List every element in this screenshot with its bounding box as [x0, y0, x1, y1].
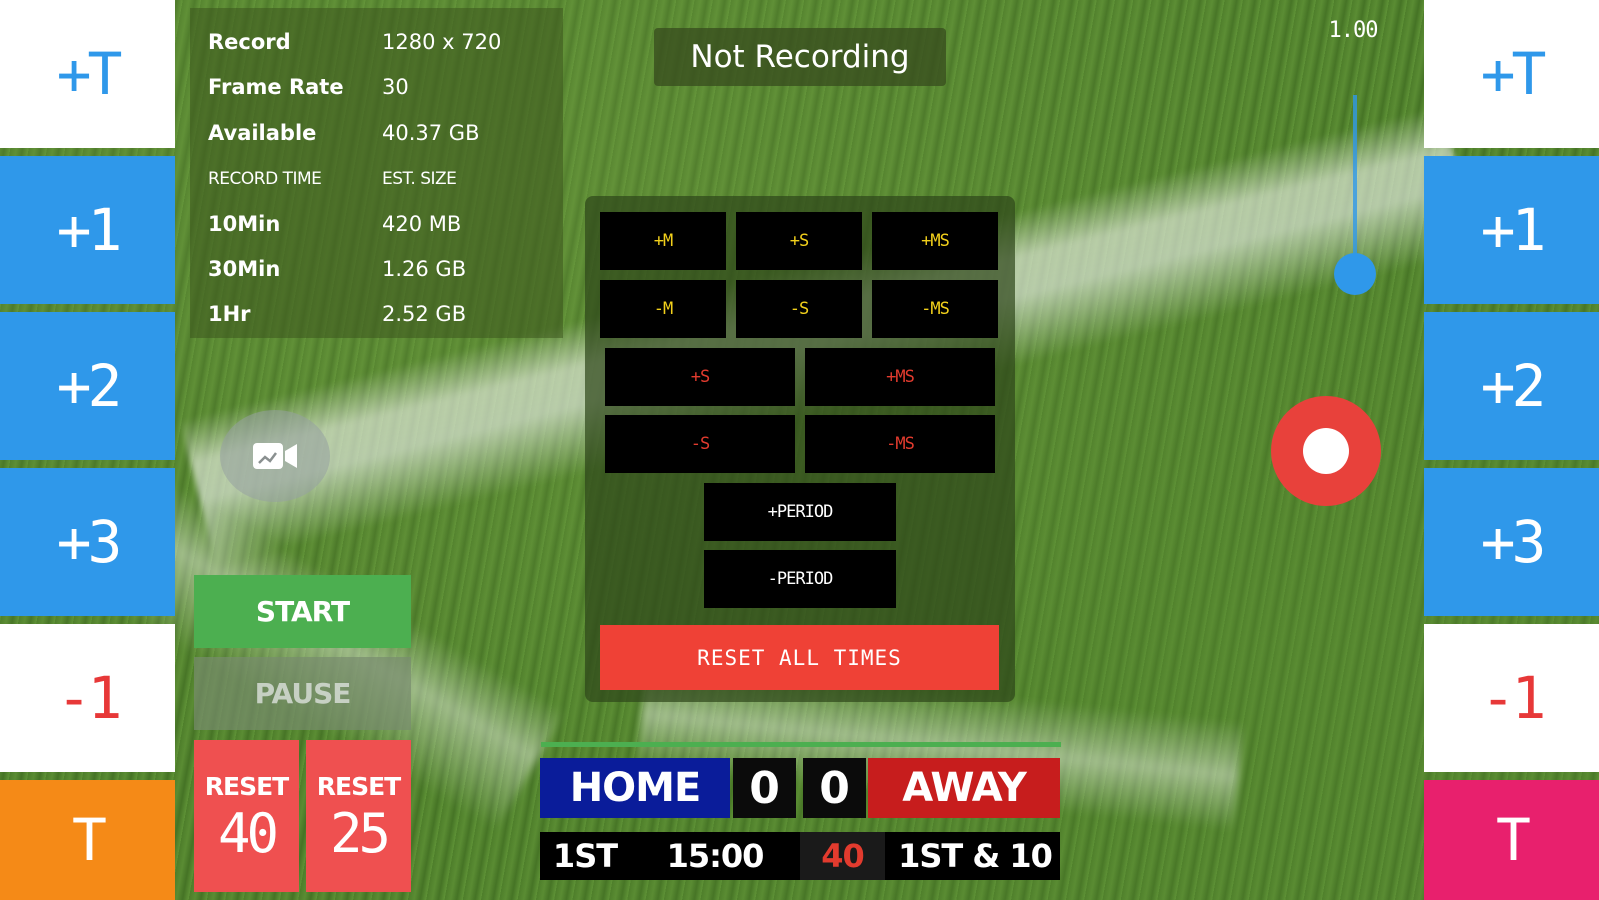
- info-value: 420 MB: [382, 212, 462, 236]
- period-indicator: 1ST: [552, 837, 618, 875]
- home-subtract-1-button[interactable]: -1: [0, 624, 175, 772]
- home-add-2-button[interactable]: +2: [0, 312, 175, 460]
- away-add-timeout-button[interactable]: +T: [1424, 0, 1599, 148]
- down-and-distance: 1ST & 10: [898, 837, 1053, 875]
- game-clock-sub-ms-button[interactable]: -MS: [872, 280, 998, 338]
- away-score-buttons: +T +1 +2 +3 -1 T: [1424, 0, 1599, 900]
- info-value: 1280 x 720: [382, 30, 502, 54]
- start-button[interactable]: START: [194, 575, 411, 648]
- info-key: 1Hr: [208, 302, 251, 326]
- scoreboard-accent-line: [541, 742, 1061, 747]
- info-value: EST. SIZE: [382, 169, 457, 189]
- camera-switch-button[interactable]: [220, 410, 330, 502]
- period-decrement-button[interactable]: -PERIOD: [704, 550, 896, 608]
- home-score-buttons: +T +1 +2 +3 -1 T: [0, 0, 175, 900]
- away-timeout-button[interactable]: T: [1424, 780, 1599, 900]
- zoom-slider-track[interactable]: [1353, 95, 1357, 265]
- home-team-name: HOME: [540, 758, 730, 818]
- home-add-1-button[interactable]: +1: [0, 156, 175, 304]
- play-clock-sub-ms-button[interactable]: -MS: [805, 415, 995, 473]
- info-key: 30Min: [208, 257, 281, 281]
- home-add-timeout-button[interactable]: +T: [0, 0, 175, 148]
- reset-value: 25: [329, 801, 391, 865]
- home-score: 0: [733, 758, 796, 818]
- info-value: 2.52 GB: [382, 302, 467, 326]
- info-key: RECORD TIME: [208, 169, 322, 189]
- reset-label: RESET: [316, 771, 401, 801]
- info-key: 10Min: [208, 212, 281, 236]
- away-team-name: AWAY: [868, 758, 1060, 818]
- info-row-10min: 10Min 420 MB: [208, 202, 558, 246]
- period-increment-button[interactable]: +PERIOD: [704, 483, 896, 541]
- reset-label: RESET: [204, 771, 289, 801]
- away-subtract-1-button[interactable]: -1: [1424, 624, 1599, 772]
- recording-status: Not Recording: [654, 28, 946, 86]
- reset-play-clock-25-button[interactable]: RESET 25: [306, 740, 411, 892]
- play-clock-sub-second-button[interactable]: -S: [605, 415, 795, 473]
- record-dot-icon: [1303, 428, 1349, 474]
- info-row-record: Record 1280 x 720: [208, 20, 558, 64]
- video-camera-icon: [253, 443, 297, 469]
- away-score: 0: [803, 758, 866, 818]
- game-clock: 15:00: [666, 837, 765, 875]
- info-row-1hr: 1Hr 2.52 GB: [208, 292, 558, 336]
- info-key: Frame Rate: [208, 75, 344, 99]
- info-value: 1.26 GB: [382, 257, 467, 281]
- reset-value: 40: [217, 801, 279, 865]
- info-row-available: Available 40.37 GB: [208, 111, 558, 155]
- info-value: 30: [382, 75, 409, 99]
- home-add-3-button[interactable]: +3: [0, 468, 175, 616]
- reset-play-clock-40-button[interactable]: RESET 40: [194, 740, 299, 892]
- home-timeout-button[interactable]: T: [0, 780, 175, 900]
- away-add-3-button[interactable]: +3: [1424, 468, 1599, 616]
- game-clock-sub-second-button[interactable]: -S: [736, 280, 862, 338]
- info-key: Record: [208, 30, 291, 54]
- info-row-header: RECORD TIME EST. SIZE: [208, 157, 558, 201]
- recording-info-panel: Record 1280 x 720 Frame Rate 30 Availabl…: [190, 8, 563, 338]
- play-clock-add-second-button[interactable]: +S: [605, 348, 795, 406]
- pause-button[interactable]: PAUSE: [194, 657, 411, 730]
- zoom-slider-handle[interactable]: [1334, 253, 1376, 295]
- away-add-2-button[interactable]: +2: [1424, 312, 1599, 460]
- info-row-30min: 30Min 1.26 GB: [208, 247, 558, 291]
- zoom-level-label: 1.00: [1328, 18, 1379, 43]
- game-clock-add-ms-button[interactable]: +MS: [872, 212, 998, 270]
- play-clock: 40: [800, 832, 885, 880]
- info-value: 40.37 GB: [382, 121, 480, 145]
- game-clock-add-minute-button[interactable]: +M: [600, 212, 726, 270]
- away-add-1-button[interactable]: +1: [1424, 156, 1599, 304]
- game-clock-add-second-button[interactable]: +S: [736, 212, 862, 270]
- info-row-frame-rate: Frame Rate 30: [208, 65, 558, 109]
- play-clock-add-ms-button[interactable]: +MS: [805, 348, 995, 406]
- game-clock-sub-minute-button[interactable]: -M: [600, 280, 726, 338]
- record-button[interactable]: [1271, 396, 1381, 506]
- reset-all-times-button[interactable]: RESET ALL TIMES: [600, 625, 999, 690]
- info-key: Available: [208, 121, 317, 145]
